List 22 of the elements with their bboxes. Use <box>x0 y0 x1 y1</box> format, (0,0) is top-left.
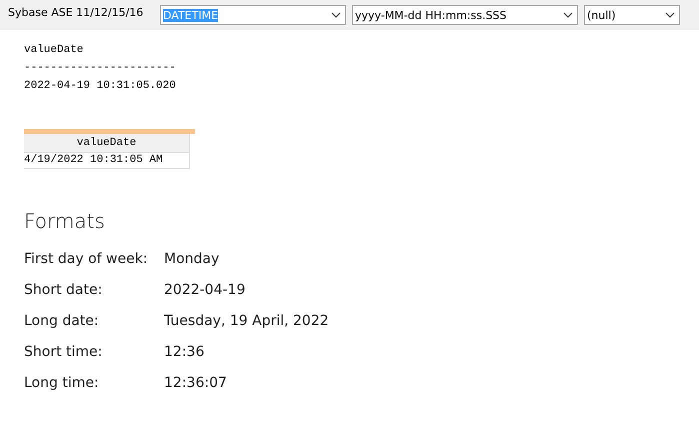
format-value: 2022-04-19 <box>164 282 246 298</box>
format-label: First day of week: <box>24 250 149 266</box>
format-label: Short time: <box>24 344 104 360</box>
format-label: Short date: <box>24 282 104 298</box>
format-value: 12:36 <box>164 344 204 360</box>
format-label: Long date: <box>24 312 100 328</box>
result-value: 2022-04-19 10:31:05.020 <box>24 79 177 94</box>
chevron-down-icon <box>665 12 675 18</box>
separator-text: ----------------------- <box>24 61 177 76</box>
format-value: 12:36:07 <box>164 374 227 390</box>
chevron-down-icon <box>563 12 573 18</box>
dropdown[interactable]: yyyy-MM-dd HH:mm:ss.SSS <box>352 5 578 25</box>
chevron-down-icon <box>331 12 341 18</box>
format-label: Long time: <box>24 374 100 390</box>
format-value: Monday <box>164 250 220 266</box>
format-value: Tuesday, 19 April, 2022 <box>164 312 329 328</box>
dropdown[interactable]: (null) <box>584 5 680 25</box>
column-header: valueDate <box>24 134 190 153</box>
column-header-text: valueDate <box>24 43 84 58</box>
section-title: Formats <box>24 209 106 233</box>
connection-label: Sybase ASE 11/12/15/16 <box>8 5 144 19</box>
table-cell: 4/19/2022 10:31:05 AM <box>24 153 190 169</box>
